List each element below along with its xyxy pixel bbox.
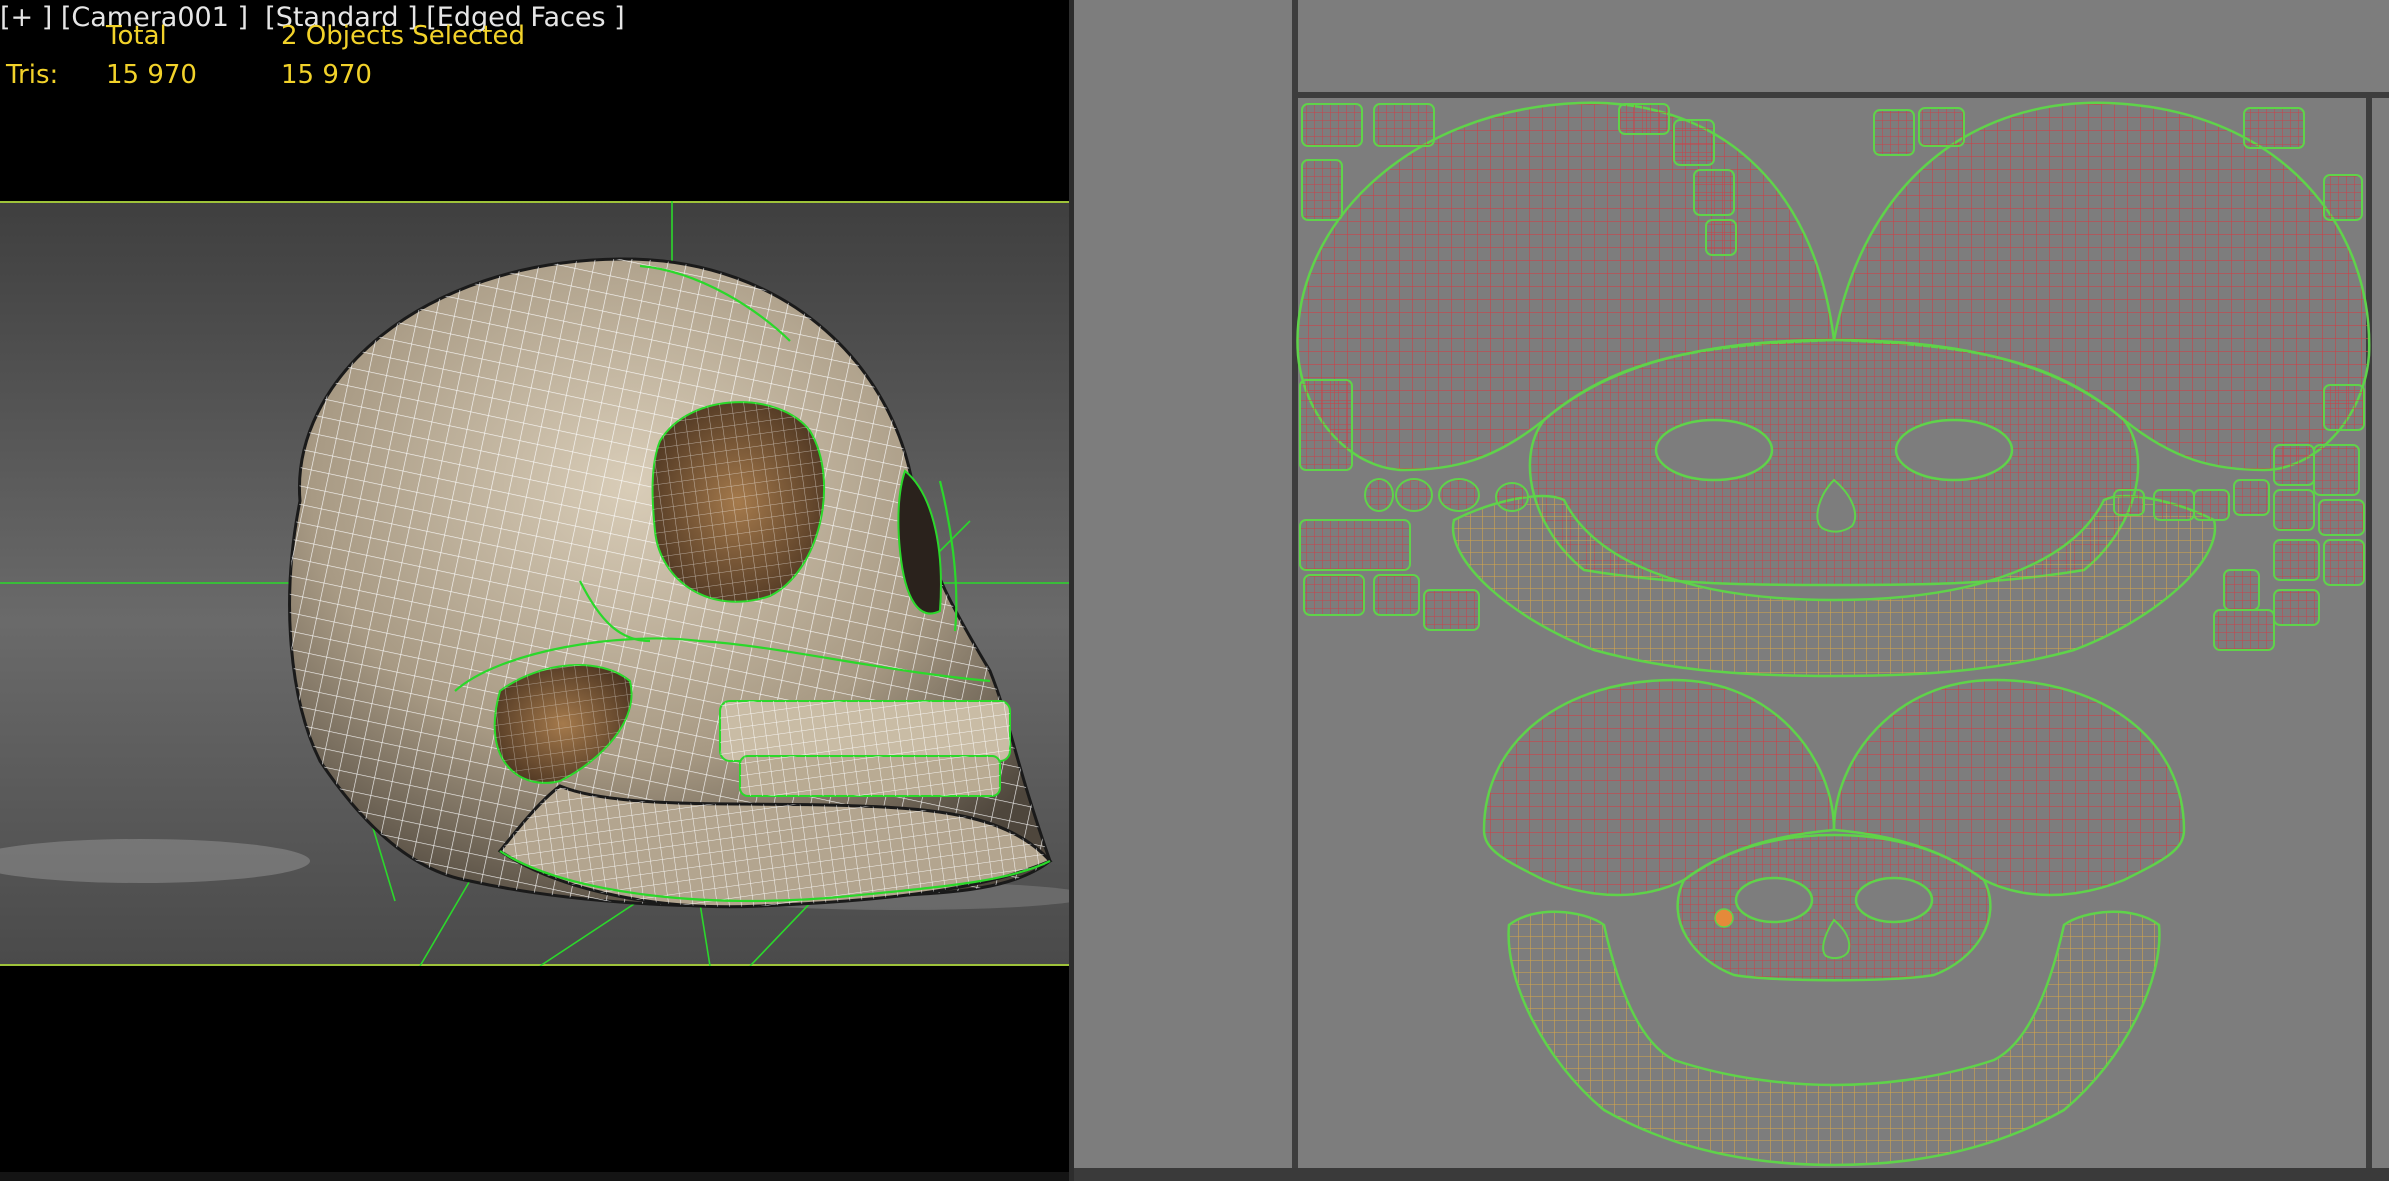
skull-model-render[interactable] xyxy=(0,201,1069,966)
uv-editor-panel[interactable] xyxy=(1074,0,2389,1181)
uv-editor-bottom-bar xyxy=(1074,1168,2389,1181)
teeth-row xyxy=(719,700,1011,797)
camera-viewport[interactable]: [+ ] [Camera001 ] [Standard ] [Edged Fac… xyxy=(0,0,1069,1181)
stats-tris-selected: 15 970 xyxy=(281,60,372,90)
stats-selected-header: 2 Objects Selected xyxy=(281,21,526,51)
uv-canvas[interactable] xyxy=(1074,0,2389,1181)
uv-top-frame-line xyxy=(1292,92,2389,98)
stats-tris-total: 15 970 xyxy=(106,60,197,90)
safe-frame-render-area[interactable] xyxy=(0,201,1069,966)
uv-selected-vertex-cluster xyxy=(1714,908,1734,928)
stats-tris-label: Tris: xyxy=(6,60,59,90)
viewport-bottom-strip xyxy=(0,1172,1069,1181)
uv-left-frame-line xyxy=(1292,0,1298,1181)
stats-total-header: Total xyxy=(106,21,167,51)
uv-right-frame-line xyxy=(2366,92,2372,1181)
